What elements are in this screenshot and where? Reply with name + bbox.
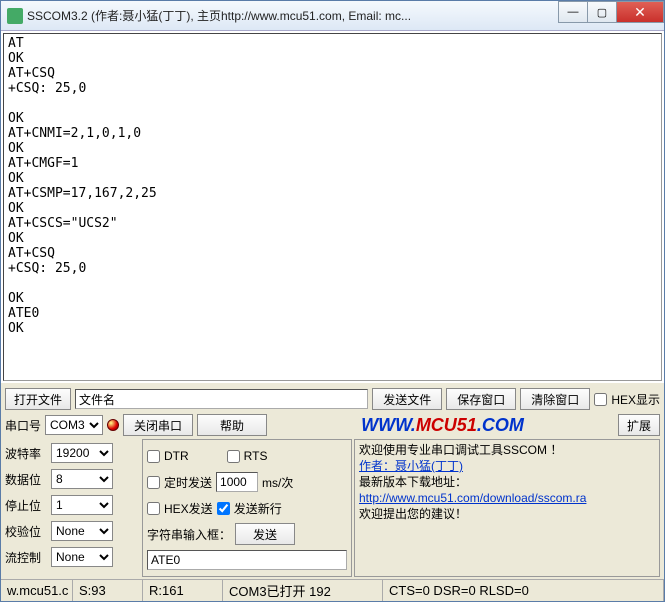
- status-url: w.mcu51.c: [1, 580, 73, 601]
- timed-send-checkbox[interactable]: [147, 476, 160, 489]
- hex-display-checkbox[interactable]: [594, 393, 607, 406]
- status-sent: S:93: [73, 580, 143, 601]
- stopbits-select[interactable]: 1: [51, 495, 113, 515]
- baud-select[interactable]: 19200: [51, 443, 113, 463]
- info-column: 欢迎使用专业串口调试工具SSCOM ！ 作者：聂小猛(丁丁) 最新版本下载地址：…: [354, 439, 660, 577]
- mcu51-link[interactable]: WWW.MCU51.COM: [361, 415, 524, 436]
- terminal-output[interactable]: AT OK AT+CSQ +CSQ: 25,0 OK AT+CNMI=2,1,0…: [3, 33, 662, 381]
- send-button[interactable]: 发送: [235, 523, 295, 545]
- status-port: COM3已打开 192: [223, 580, 383, 601]
- hex-send-checkbox[interactable]: [147, 502, 160, 515]
- rts-label: RTS: [244, 449, 268, 463]
- port-select[interactable]: COM3: [45, 415, 103, 435]
- send-options-column: DTR RTS 定时发送 ms/次 HEX发送 发送新行 字符串输入框： 发送: [142, 439, 352, 577]
- app-icon: [7, 8, 23, 24]
- databits-select[interactable]: 8: [51, 469, 113, 489]
- hex-display-label: HEX显示: [611, 391, 660, 408]
- stopbits-label: 停止位: [5, 497, 47, 514]
- baud-label: 波特率: [5, 445, 47, 462]
- status-bar: w.mcu51.c S:93 R:161 COM3已打开 192 CTS=0 D…: [1, 579, 664, 601]
- info-download-link[interactable]: http://www.mcu51.com/download/sscom.ra: [359, 490, 655, 506]
- control-panel: 打开文件 发送文件 保存窗口 清除窗口 HEX显示 串口号 COM3 关闭串口 …: [1, 383, 664, 579]
- minimize-button[interactable]: —: [558, 1, 588, 23]
- input-box-label: 字符串输入框：: [147, 526, 231, 543]
- titlebar[interactable]: SSCOM3.2 (作者:聂小猛(丁丁), 主页http://www.mcu51…: [1, 1, 664, 31]
- databits-label: 数据位: [5, 471, 47, 488]
- interval-unit: ms/次: [262, 474, 293, 491]
- interval-input[interactable]: [216, 472, 258, 492]
- send-newline-checkbox[interactable]: [217, 502, 230, 515]
- rts-checkbox[interactable]: [227, 450, 240, 463]
- hex-send-label: HEX发送: [164, 500, 213, 517]
- open-file-button[interactable]: 打开文件: [5, 388, 71, 410]
- save-window-button[interactable]: 保存窗口: [446, 388, 516, 410]
- expand-button[interactable]: 扩展: [618, 414, 660, 436]
- help-button[interactable]: 帮助: [197, 414, 267, 436]
- send-file-button[interactable]: 发送文件: [372, 388, 442, 410]
- parity-select[interactable]: None: [51, 521, 113, 541]
- send-string-input[interactable]: [147, 550, 347, 570]
- dtr-label: DTR: [164, 449, 189, 463]
- app-window: SSCOM3.2 (作者:聂小猛(丁丁), 主页http://www.mcu51…: [0, 0, 665, 602]
- status-lines: CTS=0 DSR=0 RLSD=0: [383, 580, 664, 601]
- filename-input[interactable]: [75, 389, 368, 409]
- info-welcome: 欢迎使用专业串口调试工具SSCOM ！: [359, 442, 655, 458]
- port-label: 串口号: [5, 417, 41, 434]
- info-suggestion: 欢迎提出您的建议！: [359, 506, 655, 522]
- flow-label: 流控制: [5, 549, 47, 566]
- maximize-button[interactable]: ▢: [587, 1, 617, 23]
- parity-label: 校验位: [5, 523, 47, 540]
- info-author-link[interactable]: 作者：聂小猛(丁丁): [359, 458, 655, 474]
- clear-window-button[interactable]: 清除窗口: [520, 388, 590, 410]
- info-download-label: 最新版本下载地址：: [359, 474, 655, 490]
- settings-column: 波特率19200 数据位8 停止位1 校验位None 流控制None: [5, 439, 140, 577]
- dtr-checkbox[interactable]: [147, 450, 160, 463]
- status-indicator-icon: [107, 419, 119, 431]
- close-button[interactable]: ✕: [616, 1, 664, 23]
- status-recv: R:161: [143, 580, 223, 601]
- window-title: SSCOM3.2 (作者:聂小猛(丁丁), 主页http://www.mcu51…: [27, 7, 559, 24]
- close-port-button[interactable]: 关闭串口: [123, 414, 193, 436]
- timed-send-label: 定时发送: [164, 474, 212, 491]
- send-newline-label: 发送新行: [234, 500, 282, 517]
- flow-select[interactable]: None: [51, 547, 113, 567]
